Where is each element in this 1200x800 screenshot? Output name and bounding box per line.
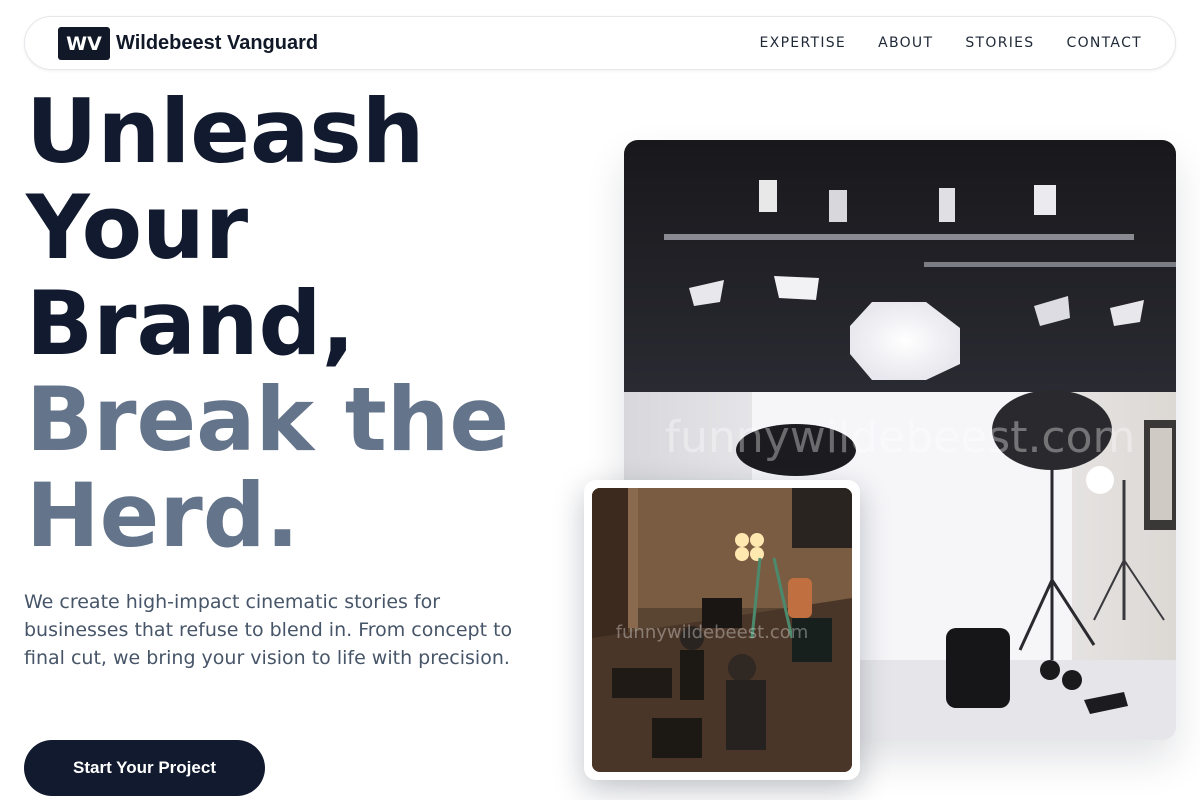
headline-line-accent: Break the <box>26 368 510 471</box>
nav-link-about[interactable]: ABOUT <box>878 35 933 51</box>
hero-headline: Unleash Your Brand, Break the Herd. <box>26 84 509 564</box>
headline-line-accent: Herd. <box>26 464 300 567</box>
headline-line: Brand, <box>26 272 355 375</box>
headline-line: Unleash <box>26 80 425 183</box>
brand-logo[interactable]: WV Wildebeest Vanguard <box>58 27 318 60</box>
top-navbar: WV Wildebeest Vanguard EXPERTISE ABOUT S… <box>24 16 1176 70</box>
film-set-photo-card: funnywildebeest.com <box>584 480 860 780</box>
film-set-photo-illustration: funnywildebeest.com <box>592 488 852 772</box>
start-project-button[interactable]: Start Your Project <box>24 740 265 796</box>
nav-link-stories[interactable]: STORIES <box>965 35 1034 51</box>
nav-link-expertise[interactable]: EXPERTISE <box>760 35 847 51</box>
hero-description: We create high-impact cinematic stories … <box>24 591 513 669</box>
headline-line: Your <box>26 176 249 279</box>
nav-link-contact[interactable]: CONTACT <box>1067 35 1143 51</box>
watermark-text: funnywildebeest.com <box>665 412 1136 463</box>
logo-mark: WV <box>58 27 110 60</box>
watermark-text: funnywildebeest.com <box>616 622 809 643</box>
nav-links: EXPERTISE ABOUT STORIES CONTACT <box>760 35 1142 51</box>
brand-name: Wildebeest Vanguard <box>116 32 319 54</box>
